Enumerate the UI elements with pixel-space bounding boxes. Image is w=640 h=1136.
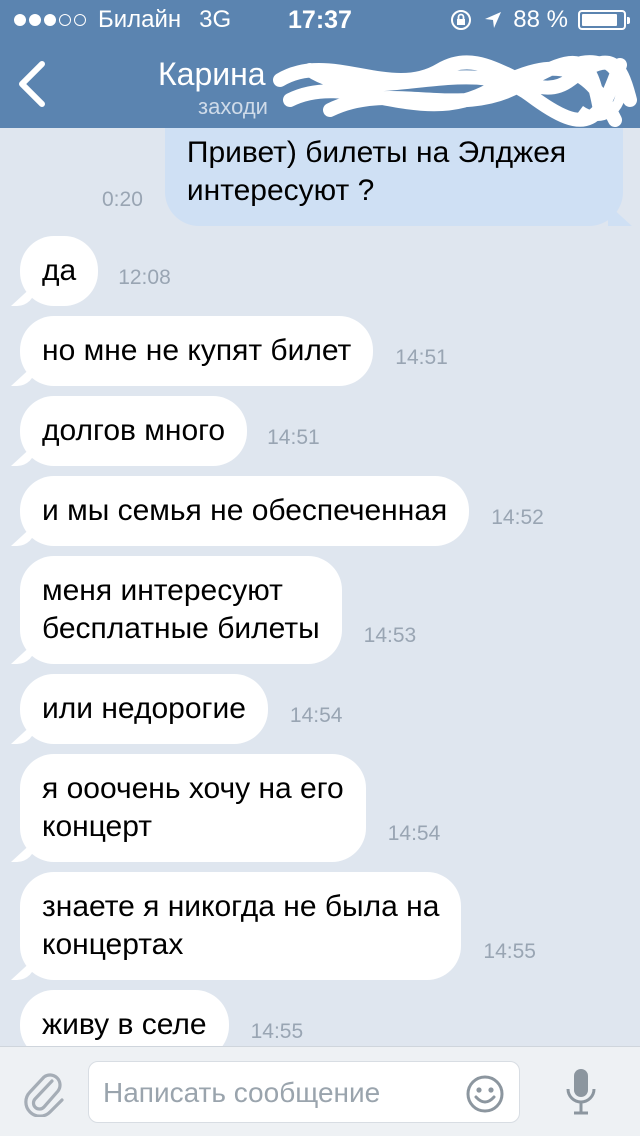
message-input-field[interactable] (88, 1061, 520, 1123)
contact-status: заходи (198, 94, 268, 119)
message-bubble[interactable]: знаете я никогда не была на концертах (20, 872, 462, 980)
location-arrow-icon (485, 12, 502, 28)
message-bubble[interactable]: да (20, 236, 99, 306)
status-bar: Билайн 3G 17:37 88 % (0, 0, 640, 40)
battery-percent: 88 % (513, 6, 568, 33)
microphone-icon (566, 1069, 596, 1115)
message-row: знаете я никогда не была на концертах 14… (20, 872, 536, 980)
back-button[interactable] (14, 58, 50, 110)
message-time: 14:51 (395, 346, 448, 369)
message-row: или недорогие 14:54 (20, 674, 342, 744)
message-row: да 12:08 (20, 236, 171, 306)
message-row: живу в селе 14:55 (20, 990, 303, 1046)
attach-button[interactable] (22, 1069, 66, 1118)
message-time: 14:53 (363, 624, 417, 647)
message-bubble[interactable]: но мне не купят билет (20, 316, 374, 386)
contact-name[interactable]: Карина (158, 56, 266, 93)
message-time: 14:55 (483, 940, 536, 963)
redaction-scribble (273, 55, 637, 127)
message-time: 14:51 (267, 426, 320, 449)
paperclip-icon (24, 1073, 64, 1118)
composer-bar (0, 1046, 640, 1136)
message-input[interactable] (103, 1070, 453, 1116)
message-row: долгов много 14:51 (20, 396, 320, 466)
microphone-button[interactable] (564, 1065, 598, 1119)
emoji-icon (466, 1075, 504, 1113)
message-bubble[interactable]: или недорогие (20, 674, 268, 744)
emoji-button[interactable] (465, 1074, 505, 1114)
message-bubble-outgoing[interactable]: Привет) билеты на Элджея интересуют ? (164, 128, 623, 226)
message-list[interactable]: 0:20 Привет) билеты на Элджея интересуют… (0, 128, 640, 1046)
message-row: меня интересуют бесплатные билеты 14:53 (20, 556, 416, 664)
message-bubble[interactable]: долгов много (20, 396, 248, 466)
message-row: я ооочень хочу на его концерт 14:54 (20, 754, 440, 862)
nav-header: Билайн 3G 17:37 88 % Карина заходи (0, 0, 640, 128)
message-bubble[interactable]: и мы семья не обеспеченная (20, 476, 470, 546)
message-bubble[interactable]: я ооочень хочу на его концерт (20, 754, 366, 862)
rotation-lock-icon (451, 10, 472, 30)
message-time: 14:54 (387, 822, 441, 845)
message-bubble[interactable]: живу в селе (20, 990, 229, 1046)
message-row: но мне не купят билет 14:51 (20, 316, 448, 386)
message-time: 0:20 (102, 188, 143, 211)
message-time: 14:55 (250, 1020, 304, 1043)
message-row: и мы семья не обеспеченная 14:52 (20, 476, 544, 546)
message-bubble[interactable]: меня интересуют бесплатные билеты (20, 556, 342, 664)
chevron-left-icon (19, 61, 45, 107)
status-right: 88 % (449, 6, 630, 34)
message-time: 14:54 (289, 704, 343, 727)
message-time: 12:08 (118, 266, 171, 289)
message-row-outgoing: 0:20 Привет) билеты на Элджея интересуют… (102, 128, 623, 226)
battery-icon (578, 10, 630, 30)
battery-level (582, 14, 618, 26)
message-time: 14:52 (491, 506, 544, 529)
